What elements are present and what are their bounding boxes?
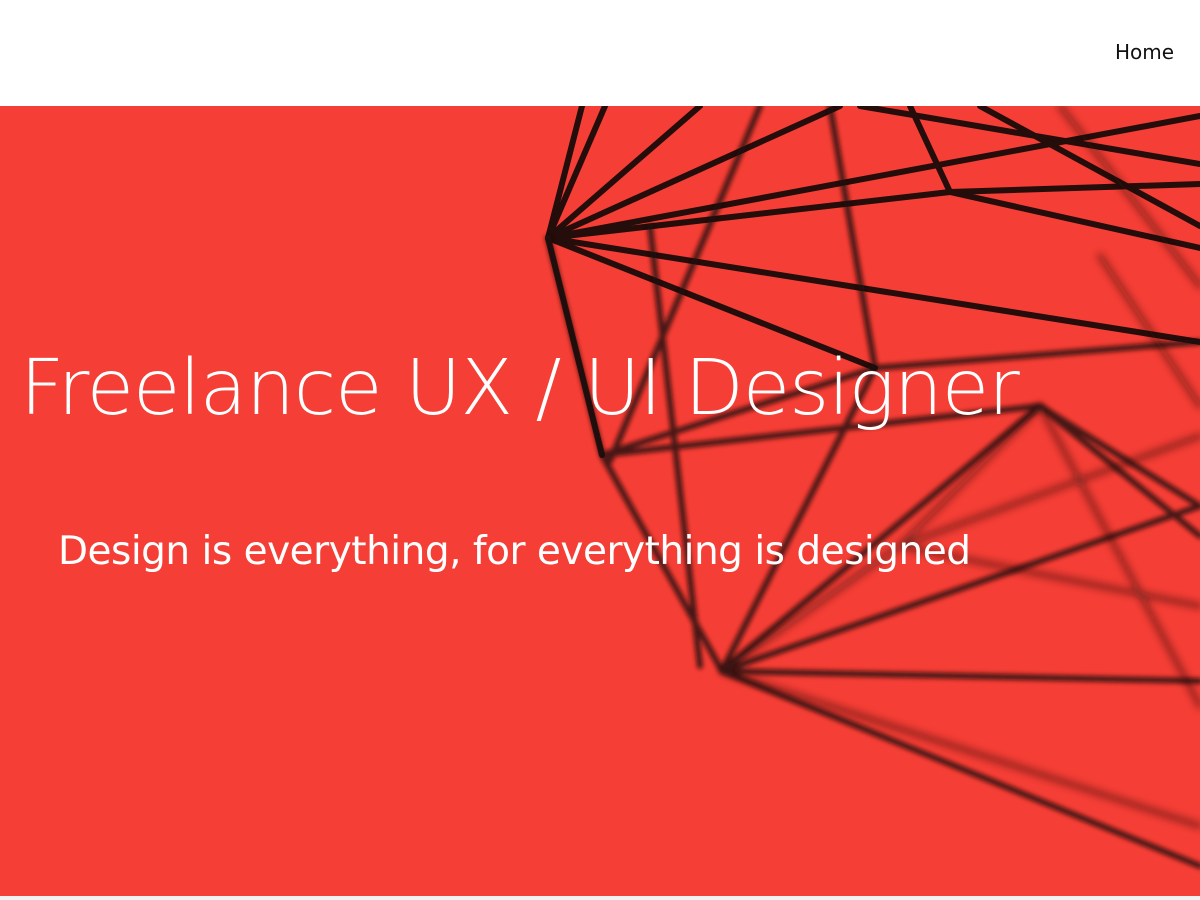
- hero-title: Freelance UX / UI Designer: [20, 344, 1020, 433]
- top-navigation-bar: Home: [0, 0, 1200, 106]
- hero-tagline: Design is everything, for everything is …: [58, 529, 971, 574]
- bottom-divider: [0, 896, 1200, 900]
- nav-home-link[interactable]: Home: [1115, 40, 1174, 64]
- hero-wireframe-image: [0, 106, 1200, 896]
- hero-banner: Freelance UX / UI Designer Design is eve…: [0, 106, 1200, 896]
